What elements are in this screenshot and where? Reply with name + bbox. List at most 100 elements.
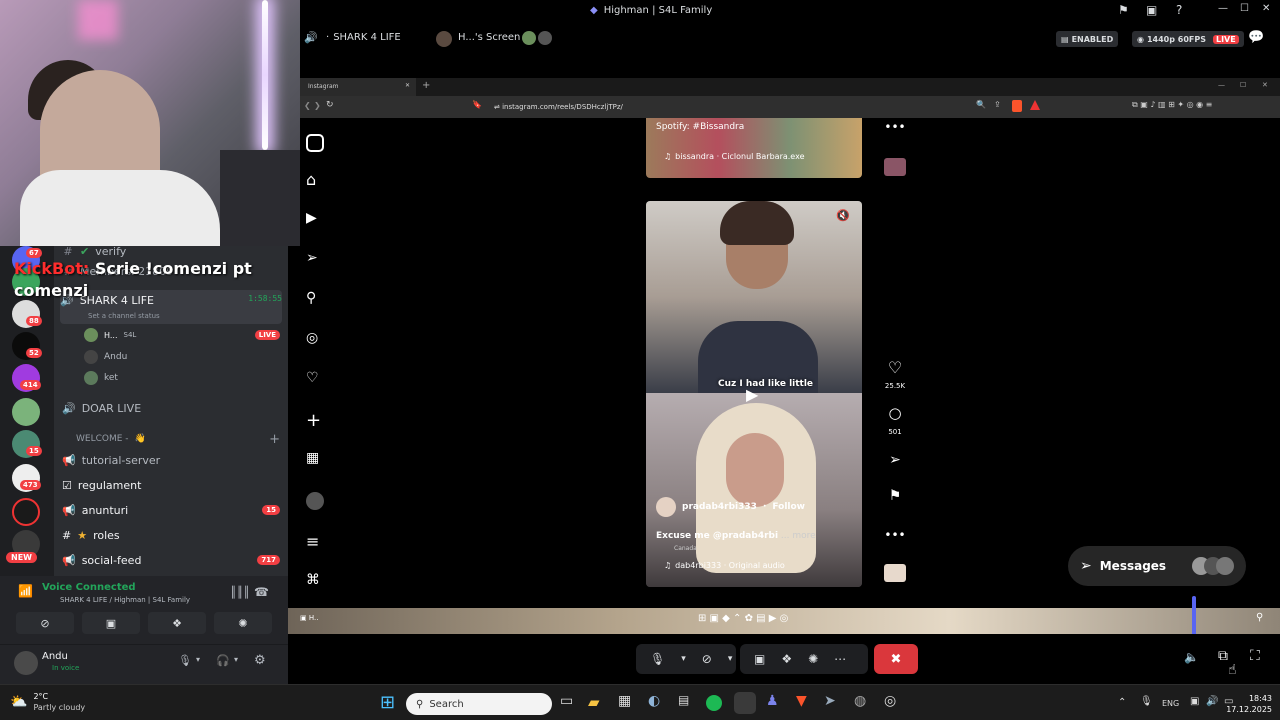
threads-icon[interactable]: ⌘ [306, 572, 324, 590]
forward-icon[interactable]: ❯ [314, 101, 321, 110]
voice-channel-doar-live[interactable]: 🔊 DOAR LIVE [62, 397, 280, 419]
add-channel-icon[interactable]: + [269, 432, 280, 447]
screenshare-button[interactable]: ▣ [82, 612, 140, 634]
zoom-icon[interactable]: ⚲ [1256, 612, 1263, 623]
voice-member[interactable]: ket [84, 367, 280, 389]
camera-off-button[interactable]: ⊘ [16, 612, 74, 634]
voice-member[interactable]: H... S4L LIVE [84, 324, 280, 346]
spotify-icon[interactable] [706, 695, 722, 711]
zoom-icon[interactable]: 🔍 [976, 100, 986, 109]
activities-button[interactable]: ❖ [148, 612, 206, 634]
reel-username[interactable]: pradab4rbi333 [682, 502, 757, 512]
avatar[interactable] [656, 497, 676, 517]
camera-off-icon[interactable]: ⊘ [702, 652, 712, 666]
minimize-icon[interactable]: — [1218, 3, 1228, 14]
start-icon[interactable]: ⊞ [380, 693, 400, 713]
more-options-icon[interactable]: ••• [884, 528, 906, 542]
brave-icon[interactable]: ▼ [796, 693, 816, 713]
soundboard-button[interactable]: ✺ [214, 612, 272, 634]
category-welcome[interactable]: WELCOME - 👋 + [62, 428, 280, 450]
channel-status[interactable]: Set a channel status [88, 312, 160, 320]
new-tab-icon[interactable]: + [422, 80, 430, 91]
comment-icon[interactable]: ○ [884, 404, 906, 422]
voice-location[interactable]: SHARK 4 LIFE / Highman | S4L Family [60, 596, 190, 604]
server-icon[interactable] [12, 398, 40, 426]
headphones-icon[interactable]: 🎧 [216, 654, 230, 667]
reload-icon[interactable]: ↻ [326, 100, 334, 110]
menu-icon[interactable]: ≡ [306, 532, 324, 551]
channel-tutorial-server[interactable]: 📢 tutorial-server [62, 449, 280, 471]
share-icon[interactable]: ⇪ [994, 100, 1001, 109]
bookmark-icon[interactable]: 🔖 [472, 100, 482, 109]
mic-icon[interactable]: 🎙 [178, 654, 192, 667]
weather-widget[interactable]: ⛅ 2°C Partly cloudy [10, 691, 85, 713]
dashboard-icon[interactable]: ▦ [306, 450, 324, 468]
obs-icon[interactable]: ◎ [884, 693, 904, 713]
popout-icon[interactable]: ⧉ [1218, 648, 1228, 664]
like-icon[interactable]: ♡ [884, 358, 906, 377]
minimize-icon[interactable]: — [1218, 81, 1225, 89]
chevron-down-icon[interactable]: ▾ [728, 654, 733, 664]
maximize-icon[interactable]: ☐ [1240, 81, 1246, 89]
profile-icon[interactable] [306, 492, 324, 510]
app-icon[interactable]: ▤ [678, 693, 698, 713]
mic-icon[interactable]: 🎙 [650, 652, 665, 666]
mic-icon[interactable]: 🎙 [1140, 696, 1153, 707]
close-icon[interactable]: ✕ [405, 82, 410, 89]
reel-card[interactable]: 🔇 Cuz I had like little ▶ pradab4rbi333 … [646, 201, 862, 587]
notifications-icon[interactable]: ♡ [306, 370, 324, 388]
play-icon[interactable]: ▶ [746, 385, 758, 404]
channel-anunturi[interactable]: 📢 anunturi 15 [62, 499, 280, 521]
more-link[interactable]: ... more [781, 531, 816, 541]
language-indicator[interactable]: ENG [1162, 699, 1179, 708]
rewards-icon[interactable] [1030, 100, 1040, 110]
back-icon[interactable]: ❮ [304, 101, 311, 110]
avatar[interactable] [14, 651, 38, 675]
chevron-up-icon[interactable]: ⌃ [1118, 697, 1126, 708]
save-icon[interactable]: ⚑ [884, 488, 906, 504]
instagram-logo-icon[interactable] [306, 134, 324, 152]
send-icon[interactable]: ➢ [306, 250, 324, 268]
audio-thumb[interactable] [884, 564, 906, 582]
search-input[interactable]: ⚲ Search [406, 693, 552, 715]
channel-social-feed[interactable]: 📢 social-feed 717 [62, 549, 280, 571]
brave-shield-icon[interactable] [1012, 100, 1022, 112]
more-options-icon[interactable]: ••• [884, 120, 906, 134]
clock[interactable]: 18:43 17.12.2025 [1226, 693, 1272, 715]
soundboard-icon[interactable]: ✺ [808, 652, 818, 666]
share-icon[interactable]: ➢ [884, 452, 906, 468]
url-input[interactable]: ⇌ instagram.com/reels/DSDHczljTPz/ [490, 100, 990, 114]
chevron-down-icon[interactable]: ▾ [196, 655, 200, 664]
disconnect-icon[interactable]: ☎ [254, 585, 269, 599]
activities-icon[interactable]: ❖ [781, 652, 792, 666]
volume-slider[interactable] [1192, 596, 1196, 636]
messages-button[interactable]: ➢ Messages [1068, 546, 1246, 586]
screenshare-icon[interactable]: ▣ [754, 652, 765, 666]
inbox-icon[interactable]: ⚑ [1118, 3, 1129, 17]
search-icon[interactable]: ⚲ [306, 290, 324, 308]
end-call-button[interactable]: ✖ [874, 644, 918, 674]
server-icon[interactable] [12, 498, 40, 526]
more-options-icon[interactable]: ⋯ [834, 652, 846, 666]
chevron-down-icon[interactable]: ▾ [234, 655, 238, 664]
explore-icon[interactable]: ◎ [306, 330, 324, 348]
voice-activity-icon[interactable]: ║║║ [230, 586, 250, 599]
discord-icon[interactable] [734, 692, 756, 714]
channel-regulament[interactable]: ☑ regulament [62, 474, 280, 496]
channel-roles[interactable]: # ★ roles [62, 524, 280, 546]
chat-icon[interactable]: 💬 [1248, 30, 1264, 45]
steam-icon[interactable]: ◐ [648, 693, 668, 713]
monitor-icon[interactable]: ▣ [1146, 3, 1157, 17]
reels-icon[interactable]: ▶ [306, 210, 324, 228]
steam-icon[interactable]: ➤ [824, 693, 844, 713]
teams-icon[interactable]: ♟ [766, 693, 786, 713]
chevron-down-icon[interactable]: ▾ [681, 654, 686, 664]
browser-tab[interactable]: Instagram ✕ [300, 78, 416, 96]
network-icon[interactable]: ▣ [1190, 696, 1199, 707]
follow-button[interactable]: Follow [772, 502, 805, 512]
store-icon[interactable]: ▦ [618, 693, 638, 713]
extensions-icon[interactable]: ⧉ ▣ ♪ ▥ ⊞ ✦ ◎ ◉ ≡ [1132, 100, 1212, 110]
close-icon[interactable]: ✕ [1262, 3, 1270, 14]
task-view-icon[interactable]: ▭ [560, 693, 580, 713]
app-icon[interactable]: ◍ [854, 693, 874, 713]
